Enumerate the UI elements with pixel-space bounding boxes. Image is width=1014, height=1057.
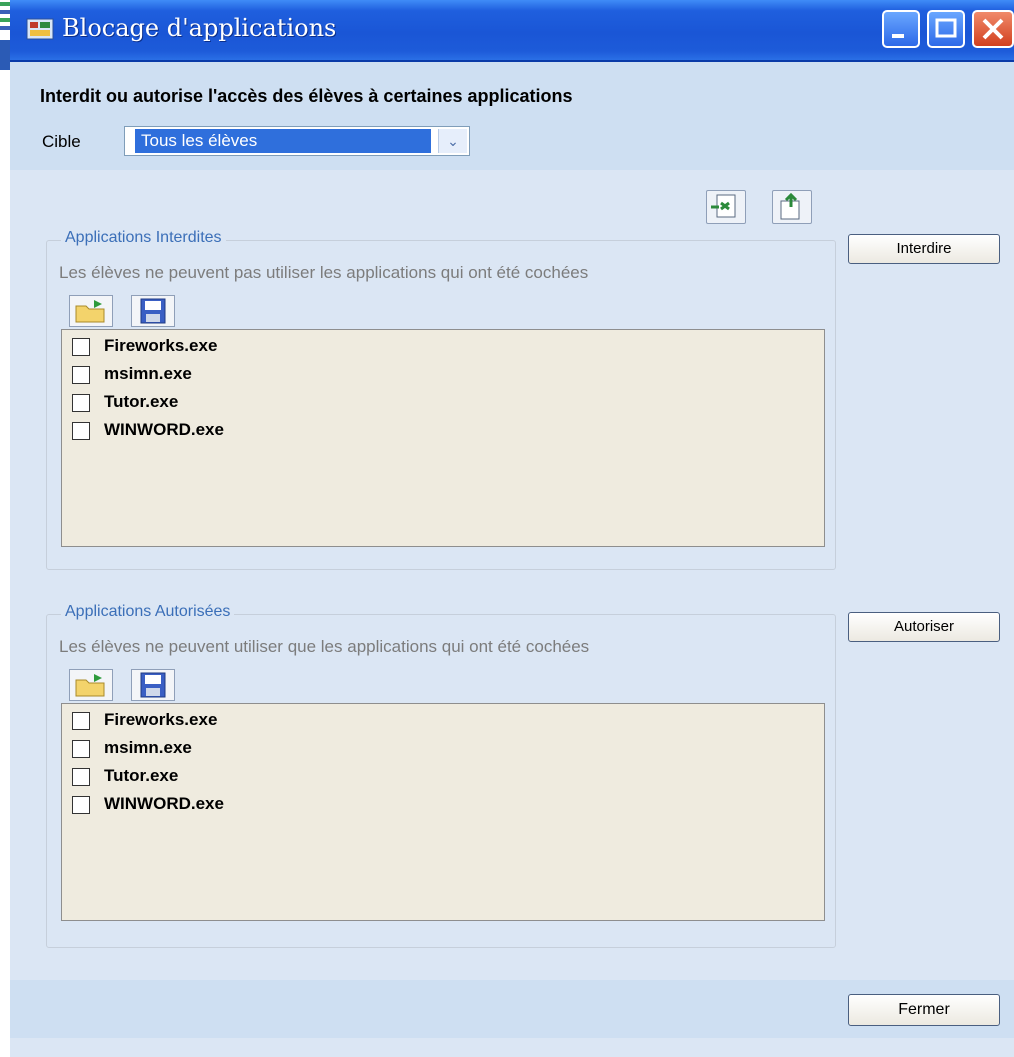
window-title: Blocage d'applications <box>62 14 337 42</box>
cible-selected-value: Tous les élèves <box>135 129 431 153</box>
maximize-button[interactable] <box>927 10 965 48</box>
forbidden-apps-group: Applications Interdites Les élèves ne pe… <box>46 229 836 570</box>
app-label: Fireworks.exe <box>104 336 218 355</box>
title-bar[interactable]: Blocage d'applications <box>10 0 1014 62</box>
cible-label: Cible <box>42 132 81 151</box>
chevron-down-icon[interactable]: ⌄ <box>438 129 467 153</box>
open-folder-icon <box>75 674 105 697</box>
cible-dropdown[interactable]: Tous les élèves ⌄ <box>124 126 470 156</box>
export-icon <box>780 192 800 220</box>
open-list-button[interactable] <box>69 669 113 701</box>
app-checkbox[interactable] <box>72 796 90 814</box>
autoriser-button[interactable]: Autoriser <box>848 612 1000 642</box>
app-label: Tutor.exe <box>104 766 179 785</box>
minimize-icon <box>892 34 904 38</box>
app-label: msimn.exe <box>104 364 192 383</box>
import-icon <box>711 194 736 218</box>
app-label: Tutor.exe <box>104 392 179 411</box>
open-folder-icon <box>75 300 105 323</box>
group-title: Applications Interdites <box>61 229 226 247</box>
save-list-button[interactable] <box>131 295 175 327</box>
group-title: Applications Autorisées <box>61 603 235 621</box>
import-button[interactable] <box>706 190 746 224</box>
open-list-button[interactable] <box>69 295 113 327</box>
export-button[interactable] <box>772 190 812 224</box>
app-checkbox[interactable] <box>72 394 90 412</box>
interdire-button[interactable]: Interdire <box>848 234 1000 264</box>
app-label: Fireworks.exe <box>104 710 218 729</box>
app-checkbox[interactable] <box>72 712 90 730</box>
floppy-save-icon <box>140 672 166 698</box>
header-title: Interdit ou autorise l'accès des élèves … <box>40 86 573 106</box>
maximize-icon <box>935 18 957 38</box>
app-checkbox[interactable] <box>72 768 90 786</box>
allowed-apps-group: Applications Autorisées Les élèves ne pe… <box>46 603 836 948</box>
floppy-save-icon <box>140 298 166 324</box>
fermer-button[interactable]: Fermer <box>848 994 1000 1026</box>
app-icon <box>26 18 54 40</box>
allowed-apps-list[interactable]: Fireworks.exe msimn.exe Tutor.exe WINWOR… <box>61 703 825 921</box>
app-checkbox[interactable] <box>72 740 90 758</box>
close-icon <box>982 18 1004 40</box>
app-label: WINWORD.exe <box>104 794 224 813</box>
app-checkbox[interactable] <box>72 366 90 384</box>
close-button[interactable] <box>972 10 1014 48</box>
minimize-button[interactable] <box>882 10 920 48</box>
app-label: WINWORD.exe <box>104 420 224 439</box>
forbidden-apps-list[interactable]: Fireworks.exe msimn.exe Tutor.exe WINWOR… <box>61 329 825 547</box>
save-list-button[interactable] <box>131 669 175 701</box>
group-description: Les élèves ne peuvent utiliser que les a… <box>59 637 590 656</box>
app-checkbox[interactable] <box>72 338 90 356</box>
app-checkbox[interactable] <box>72 422 90 440</box>
app-label: msimn.exe <box>104 738 192 757</box>
group-description: Les élèves ne peuvent pas utiliser les a… <box>59 263 589 282</box>
